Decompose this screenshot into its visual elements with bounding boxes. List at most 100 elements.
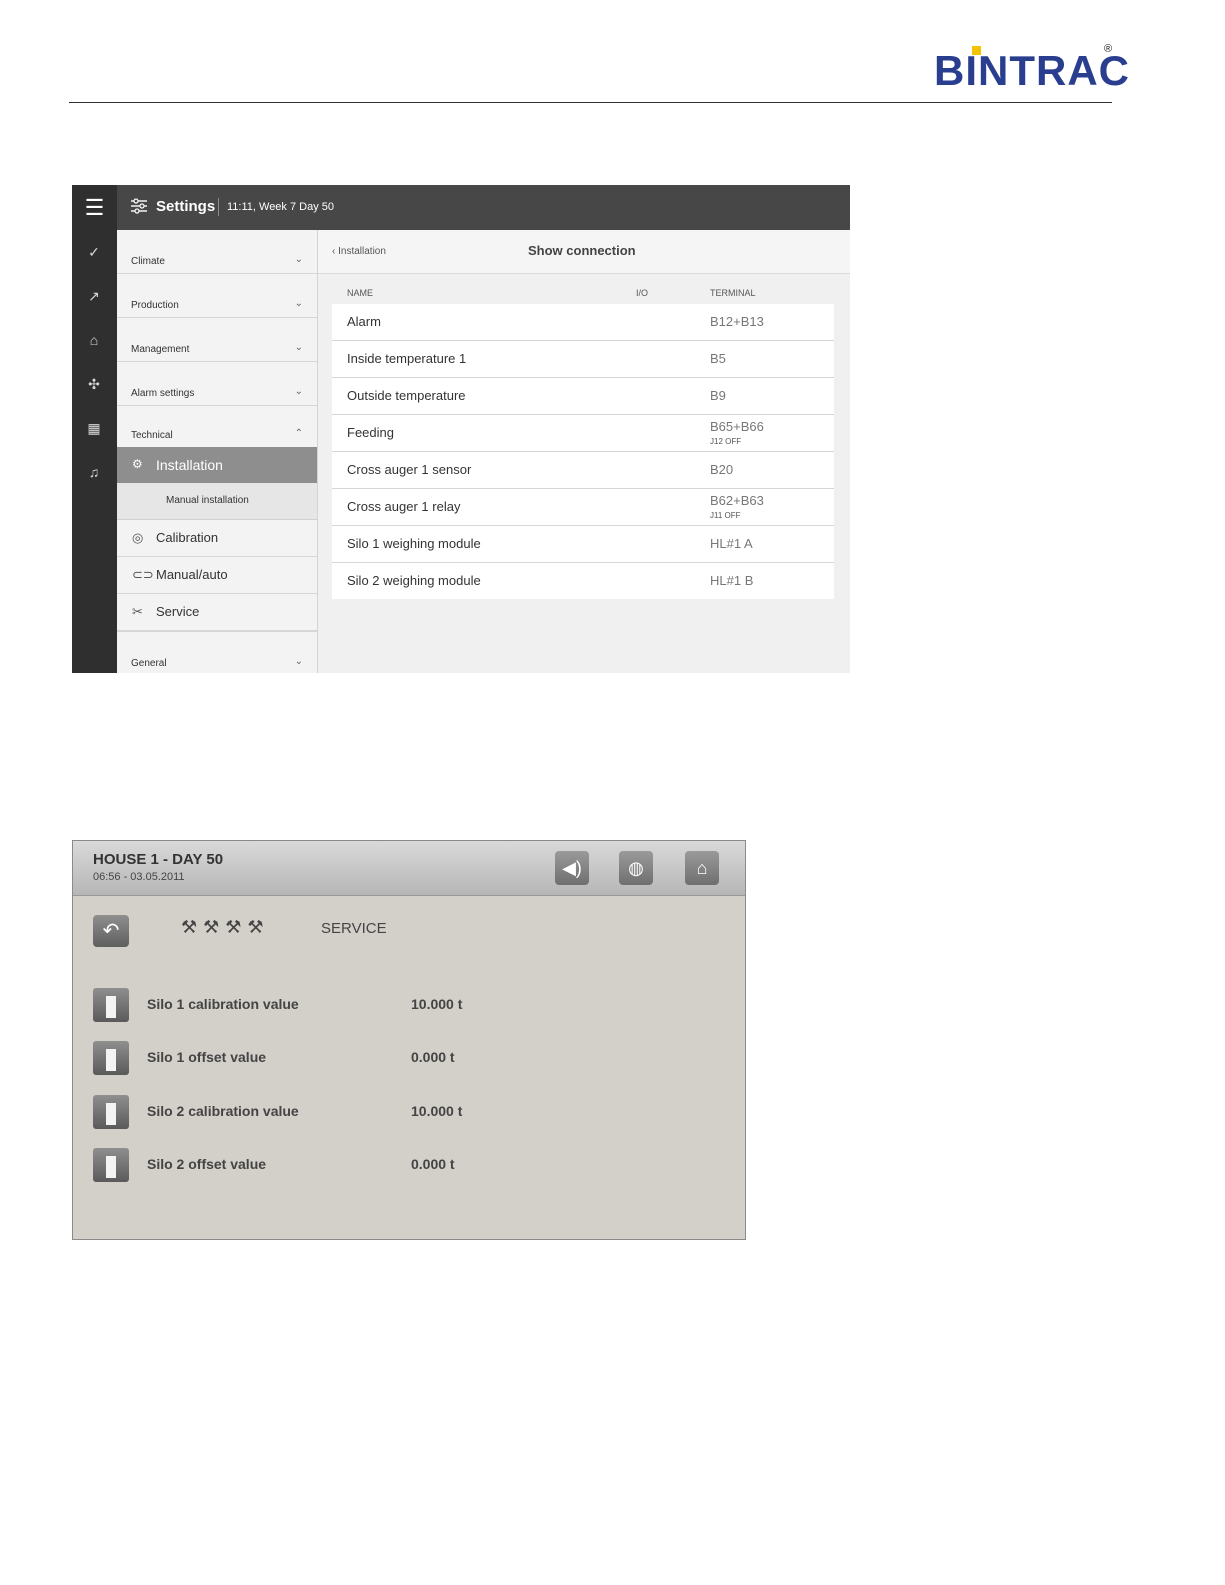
- chevron-down-icon: ⌄: [294, 656, 303, 667]
- edit-value-icon[interactable]: [93, 1095, 129, 1129]
- top-bar: ☰ Settings 11:11, Week 7 Day 50: [72, 185, 850, 230]
- dashboard-icon[interactable]: ✓: [85, 243, 103, 261]
- bell-icon[interactable]: ♫: [85, 463, 103, 481]
- settings-screenshot: ☰ Settings 11:11, Week 7 Day 50 ✓ ↗ ⌂ ✣ …: [72, 185, 850, 673]
- nav-section-label: Climate: [131, 256, 165, 267]
- edit-value-icon[interactable]: [93, 1041, 129, 1075]
- nav-section-label: Technical: [131, 430, 173, 441]
- chart-icon[interactable]: ↗: [85, 287, 103, 305]
- calendar-icon[interactable]: ▦: [85, 419, 103, 437]
- house-icon[interactable]: ⌂: [85, 331, 103, 349]
- edit-value-icon[interactable]: [93, 988, 129, 1022]
- row-terminal: HL#1 B: [710, 573, 754, 588]
- row-name: Inside temperature 1: [347, 351, 467, 366]
- service-row-label: Silo 1 offset value: [147, 1049, 267, 1065]
- sliders-icon: [131, 198, 147, 214]
- service-title: SERVICE: [321, 920, 387, 937]
- nav-section-production[interactable]: Production ⌄: [117, 274, 317, 318]
- nav-section-label: Alarm settings: [131, 388, 195, 399]
- table-row: Feeding B65+B66 J12 OFF: [332, 415, 834, 452]
- content-panel: ‹ Installation Show connection NAME I/O …: [318, 230, 850, 673]
- icon-rail: ✓ ↗ ⌂ ✣ ▦ ♫: [72, 230, 117, 673]
- nav-section-label: Management: [131, 344, 190, 355]
- table-row: Silo 2 weighing module HL#1 B: [332, 563, 834, 599]
- row-name: Feeding: [347, 425, 394, 440]
- table-row: Outside temperature B9: [332, 378, 834, 415]
- bintrac-logo: BINTRAC ®: [934, 44, 1130, 92]
- connection-table: Alarm B12+B13 Inside temperature 1 B5 Ou…: [332, 304, 834, 599]
- speaker-icon[interactable]: ◀): [555, 851, 589, 885]
- document-header: BINTRAC ®: [0, 0, 1225, 110]
- back-link[interactable]: ‹ Installation: [332, 246, 386, 257]
- logo-registered-mark: ®: [1104, 43, 1114, 55]
- row-terminal: B65+B66: [710, 419, 764, 434]
- nav-section-management[interactable]: Management ⌄: [117, 318, 317, 362]
- service-row-label: Silo 1 calibration value: [147, 996, 299, 1012]
- service-row-value: 10.000 t: [411, 1103, 463, 1119]
- service-row[interactable]: Silo 1 offset value 0.000 t: [93, 1039, 733, 1079]
- chevron-down-icon: ⌄: [294, 342, 303, 353]
- service-row-label: Silo 2 offset value: [147, 1156, 267, 1172]
- nav-item-calibration[interactable]: ◎ Calibration: [117, 520, 317, 557]
- service-row[interactable]: Silo 1 calibration value 10.000 t: [93, 986, 733, 1026]
- settings-nav: Climate ⌄ Production ⌄ Management ⌄ Alar…: [117, 230, 318, 673]
- service-row-value: 0.000 t: [411, 1156, 455, 1172]
- nav-section-general[interactable]: General ⌄: [117, 631, 317, 673]
- menu-icon[interactable]: ☰: [72, 185, 117, 230]
- nav-section-climate[interactable]: Climate ⌄: [117, 230, 317, 274]
- row-name: Cross auger 1 relay: [347, 499, 461, 514]
- datetime-label: 06:56 - 03.05.2011: [93, 871, 185, 883]
- service-row-value: 0.000 t: [411, 1049, 455, 1065]
- page-title: Settings: [156, 198, 216, 215]
- nav-section-technical[interactable]: Technical ⌃: [117, 404, 317, 447]
- table-row: Silo 1 weighing module HL#1 A: [332, 526, 834, 563]
- column-header-name: NAME: [347, 288, 374, 298]
- settings-house-icon[interactable]: ⌂: [685, 851, 719, 885]
- row-terminal: B9: [710, 388, 726, 403]
- nav-item-label: Installation: [156, 457, 223, 473]
- logo-dot: [972, 46, 981, 55]
- nav-section-label: General: [131, 658, 167, 669]
- toggle-icon: ⊂⊃: [132, 567, 154, 582]
- service-row-value: 10.000 t: [411, 996, 463, 1012]
- row-terminal: B62+B63: [710, 493, 764, 508]
- legacy-service-screenshot: HOUSE 1 - DAY 50 06:56 - 03.05.2011 ◀) ◍…: [72, 840, 746, 1240]
- back-arrow-icon[interactable]: ↶: [93, 915, 129, 947]
- service-row[interactable]: Silo 2 calibration value 10.000 t: [93, 1093, 733, 1133]
- table-row: Cross auger 1 relay B62+B63 J11 OFF: [332, 489, 834, 526]
- nav-item-manual-auto[interactable]: ⊂⊃ Manual/auto: [117, 557, 317, 594]
- chevron-up-icon: ⌃: [294, 428, 303, 439]
- title-separator: [218, 198, 219, 216]
- nav-item-installation[interactable]: ⚙ Installation: [117, 447, 317, 483]
- row-name: Silo 1 weighing module: [347, 536, 481, 551]
- service-row[interactable]: Silo 2 offset value 0.000 t: [93, 1146, 733, 1186]
- nav-item-label: Calibration: [156, 530, 219, 545]
- row-terminal: B12+B13: [710, 314, 764, 329]
- chevron-down-icon: ⌄: [294, 386, 303, 397]
- fan-icon[interactable]: ✣: [85, 375, 103, 393]
- back-link-label: Installation: [338, 246, 386, 257]
- table-row: Inside temperature 1 B5: [332, 341, 834, 378]
- house-day-label: HOUSE 1 - DAY 50: [93, 851, 224, 868]
- globe-icon[interactable]: ◍: [619, 851, 653, 885]
- nav-item-service[interactable]: ✂ Service: [117, 594, 317, 631]
- status-time: 11:11, Week 7 Day 50: [227, 201, 335, 213]
- nav-subitem-manual-installation[interactable]: Manual installation: [117, 483, 317, 520]
- legacy-header: HOUSE 1 - DAY 50 06:56 - 03.05.2011 ◀) ◍…: [73, 841, 745, 896]
- column-header-io: I/O: [636, 288, 649, 298]
- row-terminal-note: J12 OFF: [710, 437, 742, 446]
- nav-subitem-label: Manual installation: [166, 495, 249, 506]
- chevron-down-icon: ⌄: [294, 298, 303, 309]
- row-name: Outside temperature: [347, 388, 466, 403]
- tools-icon: ✂: [132, 604, 143, 619]
- content-title: Show connection: [528, 243, 636, 258]
- nav-section-alarm-settings[interactable]: Alarm settings ⌄: [117, 362, 317, 406]
- edit-value-icon[interactable]: [93, 1148, 129, 1182]
- row-terminal-note: J11 OFF: [710, 511, 741, 520]
- content-header: ‹ Installation Show connection: [318, 230, 850, 274]
- chevron-down-icon: ⌄: [294, 254, 303, 265]
- table-row: Cross auger 1 sensor B20: [332, 452, 834, 489]
- column-header-terminal: TERMINAL: [710, 288, 756, 298]
- calibration-icon: ◎: [132, 530, 144, 545]
- table-row: Alarm B12+B13: [332, 304, 834, 341]
